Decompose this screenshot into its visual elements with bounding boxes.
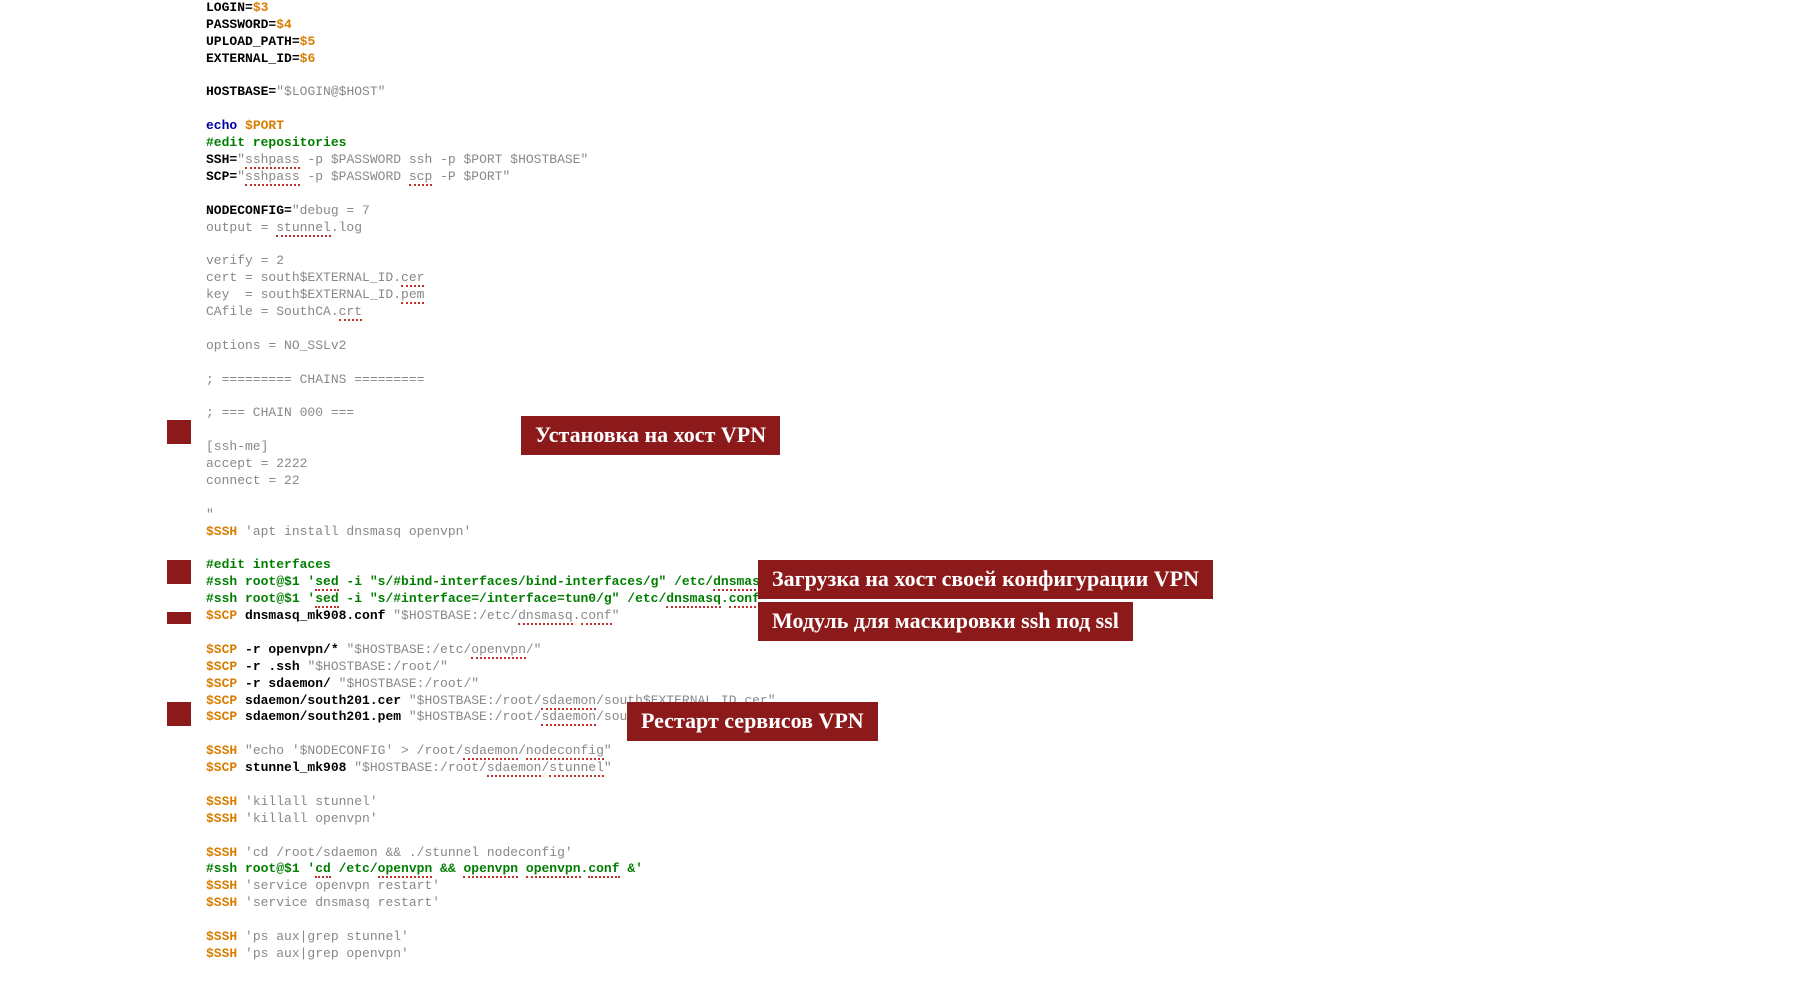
- marker-install: [167, 420, 191, 444]
- var-password: PASSWORD: [206, 17, 268, 32]
- var-ssh: SSH: [206, 152, 229, 167]
- label-restart-services: Рестарт сервисов VPN: [627, 702, 878, 741]
- code-block: LOGIN=$3 PASSWORD=$4 UPLOAD_PATH=$5 EXTE…: [206, 0, 815, 963]
- echo-keyword: echo: [206, 118, 237, 133]
- var-login: LOGIN: [206, 0, 245, 15]
- label-install-vpn: Установка на хост VPN: [521, 416, 780, 455]
- marker-restart: [167, 702, 191, 726]
- comment-edit-interfaces: #edit interfaces: [206, 557, 331, 572]
- var-scp: SCP: [206, 169, 229, 184]
- comment-edit-repositories: #edit repositories: [206, 135, 346, 150]
- label-upload-config: Загрузка на хост своей конфигурации VPN: [758, 560, 1213, 599]
- var-upload-path: UPLOAD_PATH: [206, 34, 292, 49]
- var-hostbase: HOSTBASE: [206, 84, 268, 99]
- marker-upload-config: [167, 560, 191, 584]
- marker-stunnel: [167, 612, 191, 624]
- label-stunnel-module: Модуль для маскировки ssh под ssl: [758, 602, 1133, 641]
- var-external-id: EXTERNAL_ID: [206, 51, 292, 66]
- var-nodeconfig: NODECONFIG: [206, 203, 284, 218]
